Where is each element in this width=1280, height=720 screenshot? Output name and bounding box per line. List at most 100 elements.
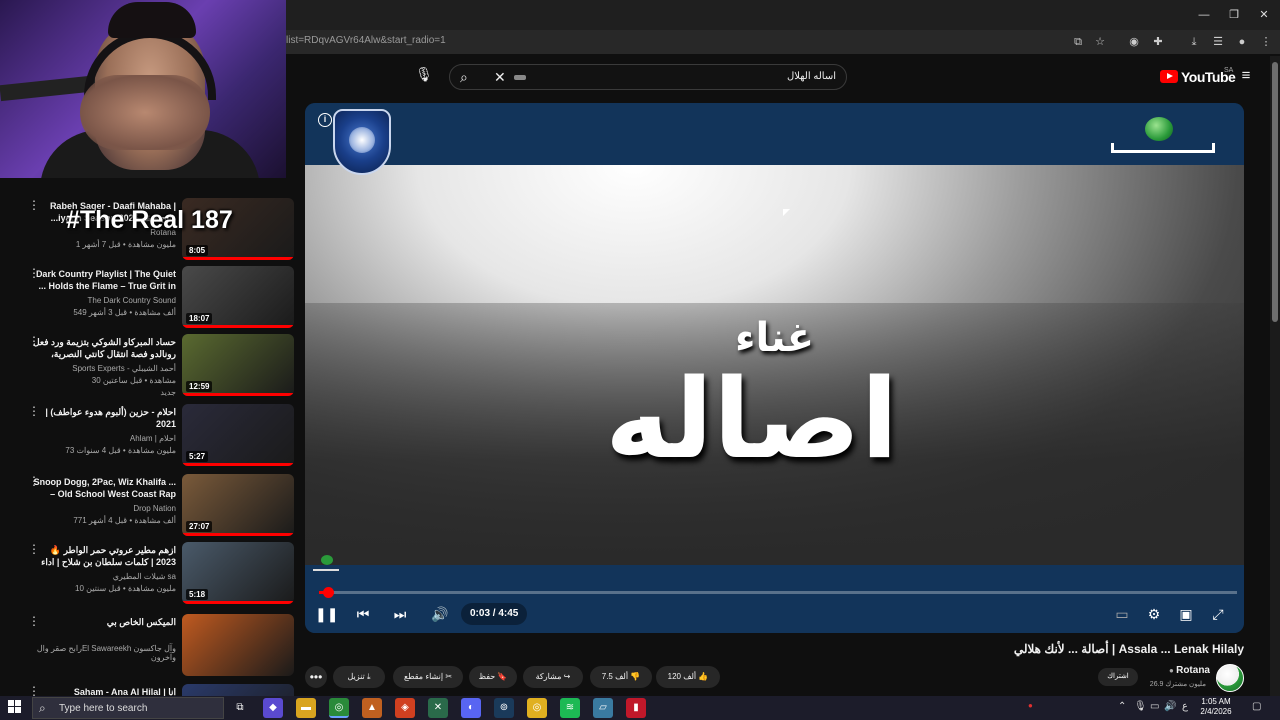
clip-button[interactable]: إنشاء مقطع ✂	[393, 666, 463, 688]
recommendation-item[interactable]: ⋮ حساد المبركاو الشوكي بتزيمة ورد فعل رو…	[0, 334, 300, 400]
windows-start-icon[interactable]	[8, 700, 22, 714]
bookmark-star-icon[interactable]: ☆	[1092, 35, 1108, 49]
recommendation-item[interactable]: ⋮ الميكس الخاص بي رابح صقر والEl Sawaree…	[0, 614, 300, 680]
channel-name[interactable]: ● Rotana	[1169, 665, 1210, 676]
recommendation-title[interactable]: Snoop Dogg, 2Pac, Wiz Khalifa ... – Old …	[32, 476, 176, 500]
fullscreen-icon[interactable]: ⤢	[1207, 603, 1229, 625]
thumbs-down-icon: 👎	[630, 672, 641, 681]
video-duration: 12:59	[186, 381, 213, 392]
recommendation-title[interactable]: الميكس الخاص بي	[32, 616, 176, 628]
recommendation-thumbnail[interactable]	[182, 614, 294, 676]
red-app-icon[interactable]: ▮	[626, 698, 646, 718]
recommendation-thumbnail[interactable]: 18:07	[182, 266, 294, 328]
recommendation-item[interactable]: ⋮ Dark Country Playlist | The Quiet ... …	[0, 266, 300, 332]
recommendation-thumbnail[interactable]: 5:18	[182, 542, 294, 604]
video-player[interactable]: i غناء اصاله ❚❚ ⏮ ⏭ 🔊 0:03 / 4:45 ▭ ⚙ ▣ …	[305, 103, 1244, 633]
restore-button[interactable]: ❐	[1224, 6, 1244, 24]
voice-search-icon[interactable]: 🎙	[413, 66, 435, 88]
file-explorer-icon[interactable]: ▬	[296, 698, 316, 718]
thumbs-up-icon: 👍	[698, 672, 709, 681]
subscribe-button[interactable]: اشتراك	[1098, 668, 1138, 686]
task-view-icon[interactable]: ⧉	[230, 698, 250, 718]
settings-gear-icon[interactable]: ⚙	[1143, 603, 1165, 625]
hamburger-menu-icon[interactable]: ≡	[1238, 68, 1254, 84]
time-display: 0:03 / 4:45	[461, 603, 528, 625]
subtitles-icon[interactable]: ▭	[1111, 603, 1133, 625]
install-app-icon[interactable]: ⧉	[1070, 35, 1086, 49]
recommendation-channel[interactable]: Sports Experts - أحمد الشيبلي	[32, 364, 176, 373]
excel-icon[interactable]: ✕	[428, 698, 448, 718]
recommendation-item[interactable]: ⋮ احلام - حزين (ألبوم هدوء عواطف) | 2021…	[0, 404, 300, 470]
recommendation-thumbnail[interactable]: 27:07	[182, 474, 294, 536]
taskbar-clock[interactable]: 1:05 AM 2/4/2026	[1196, 697, 1236, 717]
steam-icon[interactable]: ⊚	[494, 698, 514, 718]
search-input[interactable]: ⌕ ✕ اساله الهلال	[449, 64, 847, 90]
clear-search-icon[interactable]: ✕	[494, 69, 506, 86]
youtube-logo[interactable]: YouTube	[1160, 68, 1236, 86]
recommendation-channel[interactable]: شيلات المطيري sa	[32, 572, 176, 581]
rotana-watermark	[313, 555, 339, 575]
recommendation-meta: 549 ألف مشاهدة • قبل 3 أشهر	[73, 308, 176, 317]
browser-menu-icon[interactable]: ⋮	[1258, 35, 1274, 49]
like-button[interactable]: 120 ألف 👍	[656, 666, 720, 688]
dislike-count: 7.5 ألف	[601, 672, 629, 681]
media-icon[interactable]: ☰	[1210, 35, 1226, 49]
share-button[interactable]: مشاركة ↪	[523, 666, 583, 688]
webcam-overlay	[0, 0, 286, 178]
download-button[interactable]: تنزيل ⤓	[333, 666, 385, 688]
recommendation-item[interactable]: ⋮ ازهم مطير عروتي حمر الواطر 🔥 2023 | كل…	[0, 542, 300, 608]
microphone-tray-icon[interactable]: 🎙	[1134, 701, 1147, 712]
chrome-icon[interactable]: ◎	[329, 698, 349, 718]
network-icon[interactable]: ▭	[1150, 701, 1159, 712]
recommendation-title[interactable]: حساد المبركاو الشوكي بتزيمة ورد فعل رونا…	[32, 336, 176, 362]
volume-icon[interactable]: 🔊	[429, 603, 451, 625]
app-icon[interactable]: ▱	[593, 698, 613, 718]
channel-avatar[interactable]	[1216, 664, 1244, 692]
puzzle-icon[interactable]: ✚	[1150, 35, 1166, 49]
profile-icon[interactable]: ●	[1234, 35, 1250, 49]
recommendation-meta: 1 مليون مشاهدة • قبل 7 أشهر	[75, 240, 176, 249]
url-text[interactable]: list=RDqvAGVr64Alw&start_radio=1	[286, 35, 446, 46]
notification-dot-icon[interactable]: ●	[1028, 701, 1033, 710]
recommendation-channel[interactable]: The Dark Country Sound	[32, 296, 177, 305]
tray-chevron-icon[interactable]: ⌃	[1118, 701, 1126, 712]
notifications-icon[interactable]: ▢	[1252, 701, 1261, 712]
progress-bar[interactable]	[319, 587, 1237, 598]
vlc-icon[interactable]: ▲	[362, 698, 382, 718]
spotify-icon[interactable]: ≋	[560, 698, 580, 718]
recommendation-title[interactable]: Dark Country Playlist | The Quiet ... Ho…	[32, 268, 176, 292]
dislike-button[interactable]: 7.5 ألف 👎	[590, 666, 652, 688]
chrome-canary-icon[interactable]: ◎	[527, 698, 547, 718]
brave-icon[interactable]: ◈	[395, 698, 415, 718]
download-label: تنزيل	[347, 672, 365, 681]
language-indicator[interactable]: ع	[1182, 701, 1188, 712]
previous-icon[interactable]: ⏮	[352, 603, 374, 625]
close-window-button[interactable]: ✕	[1254, 6, 1274, 24]
next-icon[interactable]: ⏭	[389, 603, 411, 625]
info-icon[interactable]: i	[318, 113, 332, 127]
search-icon[interactable]: ⌕	[460, 69, 468, 86]
recommendation-title[interactable]: ازهم مطير عروتي حمر الواطر 🔥 2023 | كلما…	[32, 544, 176, 570]
pause-icon[interactable]: ❚❚	[315, 603, 338, 625]
copilot-icon[interactable]: ◆	[263, 698, 283, 718]
discord-icon[interactable]: ◐	[461, 698, 481, 718]
recommendation-channel[interactable]: Ahlam | احلام	[32, 434, 176, 443]
save-button[interactable]: حفظ 🔖	[469, 666, 517, 688]
bookmark-icon: 🔖	[497, 672, 508, 681]
recommendation-title[interactable]: احلام - حزين (ألبوم هدوء عواطف) | 2021	[32, 406, 176, 430]
extension-icon[interactable]: ◉	[1126, 35, 1142, 49]
recommendation-item[interactable]: ⋮ Snoop Dogg, 2Pac, Wiz Khalifa ... – Ol…	[0, 474, 300, 540]
keyboard-icon	[514, 75, 526, 80]
theater-mode-icon[interactable]: ▣	[1175, 603, 1197, 625]
recommendation-meta: 771 ألف مشاهدة • قبل 4 أشهر	[73, 516, 176, 525]
speaker-icon[interactable]: 🔊	[1164, 701, 1176, 712]
recommendation-thumbnail[interactable]: 12:59	[182, 334, 294, 396]
scrollbar-thumb[interactable]	[1272, 62, 1278, 322]
minimize-button[interactable]: —	[1194, 6, 1214, 24]
taskbar-search-input[interactable]: ⌕ Type here to search	[32, 697, 224, 719]
recommendation-channel[interactable]: رابح صقر والEl Sawareekh وآل جاكسون وآخر…	[32, 644, 176, 662]
download-icon[interactable]: ⤓	[1186, 35, 1202, 49]
recommendation-channel[interactable]: Drop Nation	[32, 504, 176, 513]
more-actions-icon[interactable]: •••	[305, 666, 327, 688]
recommendation-thumbnail[interactable]: 5:27	[182, 404, 294, 466]
